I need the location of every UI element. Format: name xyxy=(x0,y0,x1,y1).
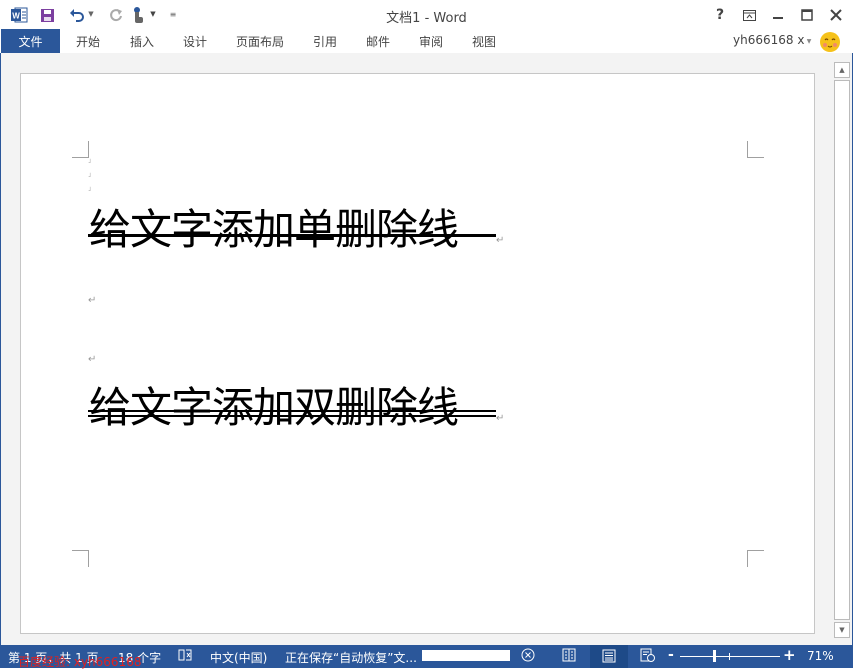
crop-mark-top-right xyxy=(747,141,764,158)
avatar[interactable] xyxy=(818,30,842,54)
tab-insert[interactable]: 插入 xyxy=(130,33,154,50)
save-progress-bar xyxy=(422,650,510,661)
zoom-slider-thumb[interactable] xyxy=(713,650,716,662)
maximize-icon xyxy=(801,9,813,21)
tab-page-layout[interactable]: 页面布局 xyxy=(236,33,284,50)
paragraph-mark: ˩ xyxy=(88,186,91,193)
paragraph-mark: ↵ xyxy=(496,413,505,424)
crop-mark-top-left xyxy=(72,141,89,158)
paragraph-mark: ↵ xyxy=(88,295,97,306)
ribbon-display-button[interactable] xyxy=(739,5,759,25)
double-strikethrough-line-lower xyxy=(88,415,496,417)
single-strikethrough-line xyxy=(88,234,496,237)
saving-status: 正在保存“自动恢复”文... xyxy=(285,651,417,665)
zoom-slider[interactable] xyxy=(680,656,780,657)
print-layout-icon xyxy=(602,649,616,663)
zoom-level[interactable]: 71% xyxy=(807,649,834,663)
zoom-out-button[interactable]: - xyxy=(668,647,674,663)
ribbon-display-icon xyxy=(742,9,756,21)
scroll-up-arrow-icon[interactable]: ▲ xyxy=(834,62,850,78)
read-mode-icon[interactable] xyxy=(562,648,576,665)
vertical-scrollbar[interactable]: ▲ ▼ xyxy=(834,62,850,640)
title-bar: W ▼ ▼ ≡ 文档1 - Word ? xyxy=(0,0,853,30)
tab-file[interactable]: 文件 xyxy=(1,29,60,53)
crop-mark-bottom-left xyxy=(72,550,89,567)
tab-review[interactable]: 审阅 xyxy=(419,33,443,50)
minimize-button[interactable] xyxy=(768,5,788,25)
tab-home[interactable]: 开始 xyxy=(76,33,100,50)
tab-design[interactable]: 设计 xyxy=(183,33,207,50)
single-strikethrough-text[interactable]: 给文字添加单删除线 xyxy=(89,209,459,251)
paragraph-mark: ↵ xyxy=(88,354,97,365)
document-page[interactable] xyxy=(20,73,815,634)
paragraph-mark: ↵ xyxy=(496,235,505,246)
maximize-button[interactable] xyxy=(797,5,817,25)
print-layout-button[interactable] xyxy=(590,645,628,668)
close-button[interactable] xyxy=(826,5,846,25)
tab-view[interactable]: 视图 xyxy=(472,33,496,50)
paragraph-mark: ˩ xyxy=(88,172,91,179)
tab-references[interactable]: 引用 xyxy=(313,33,337,50)
paragraph-mark: ˩ xyxy=(88,158,91,165)
account-dropdown-icon[interactable]: ▼ xyxy=(805,37,813,45)
close-icon xyxy=(830,9,842,21)
user-account[interactable]: yh666168 x xyxy=(733,33,804,47)
tab-mailings[interactable]: 邮件 xyxy=(366,33,390,50)
crop-mark-bottom-right xyxy=(747,550,764,567)
zoom-slider-center-tick xyxy=(729,653,730,660)
scroll-thumb[interactable] xyxy=(834,80,850,620)
zoom-in-button[interactable]: + xyxy=(783,646,796,664)
double-strikethrough-text[interactable]: 给文字添加双删除线 xyxy=(89,387,459,429)
minimize-icon xyxy=(773,17,783,19)
cancel-save-icon[interactable] xyxy=(521,648,535,665)
watermark: 百度经验: xyh666168 xyxy=(18,655,142,669)
language-indicator[interactable]: 中文(中国) xyxy=(210,649,267,666)
web-layout-icon[interactable] xyxy=(640,648,655,665)
proofing-icon[interactable] xyxy=(178,648,192,665)
scroll-down-arrow-icon[interactable]: ▼ xyxy=(834,622,850,638)
double-strikethrough-line-upper xyxy=(88,410,496,412)
help-button[interactable]: ? xyxy=(710,5,730,25)
